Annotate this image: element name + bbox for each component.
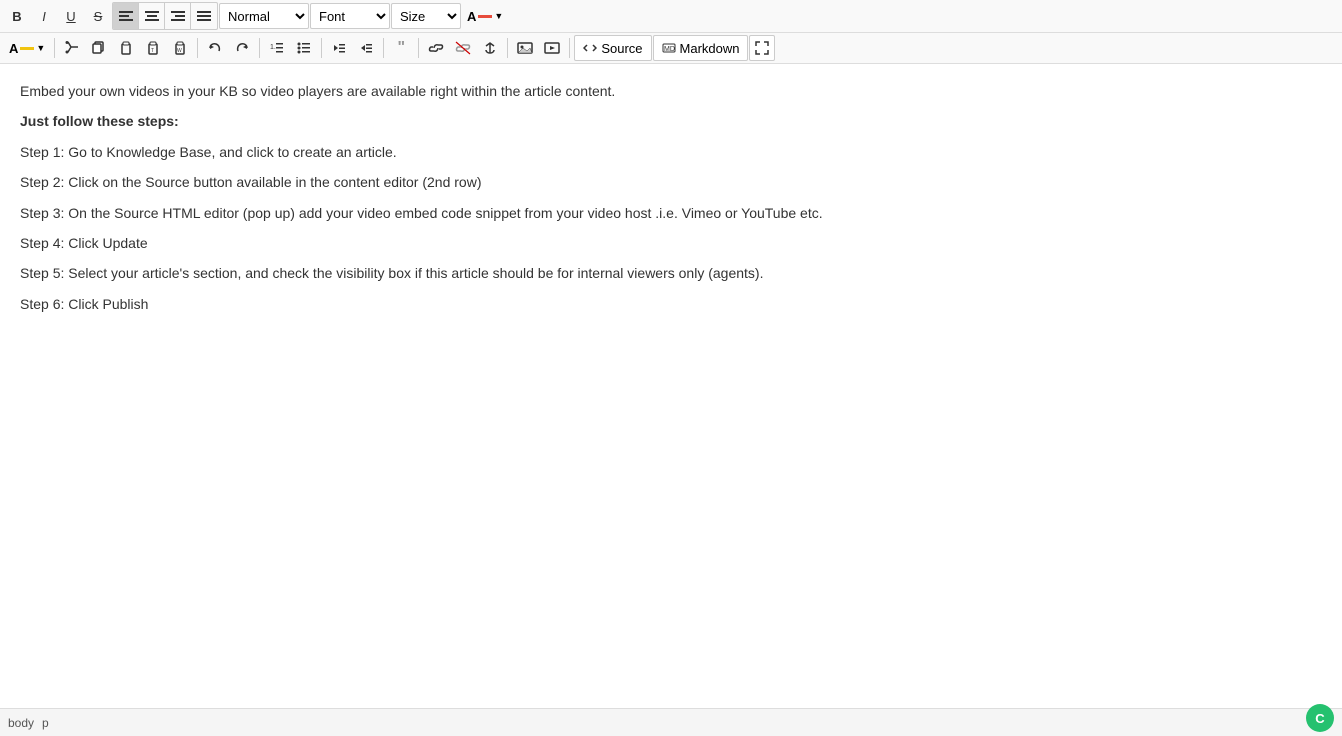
image-button[interactable]: [512, 35, 538, 61]
svg-text:W: W: [177, 48, 182, 54]
underline-button[interactable]: U: [58, 3, 84, 29]
bg-color-underline: [20, 47, 34, 50]
content-step1: Step 1: Go to Knowledge Base, and click …: [20, 141, 1322, 163]
strikethrough-button[interactable]: S: [85, 3, 111, 29]
content-step2: Step 2: Click on the Source button avail…: [20, 171, 1322, 193]
italic-button[interactable]: I: [31, 3, 57, 29]
freshdesk-icon-letter: C: [1315, 711, 1324, 726]
paste-button[interactable]: [113, 35, 139, 61]
font-size-select[interactable]: Size 8 10 12 14 16 18 24: [391, 3, 461, 29]
markdown-button[interactable]: MD Markdown: [653, 35, 749, 61]
svg-text:MD: MD: [664, 46, 675, 53]
status-body: body: [8, 716, 34, 730]
background-color-button[interactable]: A ▼: [4, 35, 50, 61]
bg-color-dropdown-icon: ▼: [36, 43, 45, 53]
anchor-button[interactable]: [477, 35, 503, 61]
indent-less-button[interactable]: [326, 35, 352, 61]
unordered-list-button[interactable]: [291, 35, 317, 61]
media-button[interactable]: [539, 35, 565, 61]
copy-button[interactable]: [86, 35, 112, 61]
blockquote-button[interactable]: ": [388, 35, 414, 61]
bg-color-letter: A: [9, 41, 18, 56]
separator6: [418, 38, 419, 58]
markdown-label: Markdown: [680, 41, 740, 56]
separator3: [259, 38, 260, 58]
cut-button[interactable]: [59, 35, 85, 61]
align-group: [112, 2, 218, 30]
undo-button[interactable]: [202, 35, 228, 61]
content-line2: Just follow these steps:: [20, 110, 1322, 132]
svg-text:1.: 1.: [270, 44, 276, 51]
source-label: Source: [601, 41, 642, 56]
indent-more-button[interactable]: [353, 35, 379, 61]
status-p: p: [42, 716, 49, 730]
toolbar-row2: A ▼ T W 1. ": [0, 33, 1342, 64]
paste-text-button[interactable]: T: [140, 35, 166, 61]
align-left-button[interactable]: [113, 3, 139, 29]
freshdesk-widget-button[interactable]: C: [1306, 704, 1334, 732]
content-step3: Step 3: On the Source HTML editor (pop u…: [20, 202, 1322, 224]
unlink-button[interactable]: [450, 35, 476, 61]
font-color-dropdown-icon: ▼: [494, 11, 503, 21]
paste-word-button[interactable]: W: [167, 35, 193, 61]
separator1: [54, 38, 55, 58]
font-color-underline: [478, 15, 492, 18]
redo-button[interactable]: [229, 35, 255, 61]
align-center-button[interactable]: [139, 3, 165, 29]
editor-area[interactable]: Embed your own videos in your KB so vide…: [0, 64, 1342, 684]
link-button[interactable]: [423, 35, 449, 61]
separator7: [507, 38, 508, 58]
content-step4: Step 4: Click Update: [20, 232, 1322, 254]
toolbar-row1: B I U S Normal Heading 1 Heading 2 Headi…: [0, 0, 1342, 33]
content-step6: Step 6: Click Publish: [20, 293, 1322, 315]
bold-button[interactable]: B: [4, 3, 30, 29]
separator4: [321, 38, 322, 58]
ordered-list-button[interactable]: 1.: [264, 35, 290, 61]
font-color-letter: A: [467, 9, 476, 24]
separator8: [569, 38, 570, 58]
separator2: [197, 38, 198, 58]
status-bar: body p: [0, 708, 1342, 736]
align-right-button[interactable]: [165, 3, 191, 29]
content-line1: Embed your own videos in your KB so vide…: [20, 80, 1322, 102]
content-step5: Step 5: Select your article's section, a…: [20, 262, 1322, 284]
expand-button[interactable]: [749, 35, 775, 61]
align-justify-button[interactable]: [191, 3, 217, 29]
source-button[interactable]: Source: [574, 35, 651, 61]
font-family-select[interactable]: Font Arial Georgia Verdana: [310, 3, 390, 29]
paragraph-style-select[interactable]: Normal Heading 1 Heading 2 Heading 3: [219, 3, 309, 29]
font-color-button[interactable]: A ▼: [462, 3, 508, 29]
svg-text:T: T: [151, 48, 154, 54]
separator5: [383, 38, 384, 58]
